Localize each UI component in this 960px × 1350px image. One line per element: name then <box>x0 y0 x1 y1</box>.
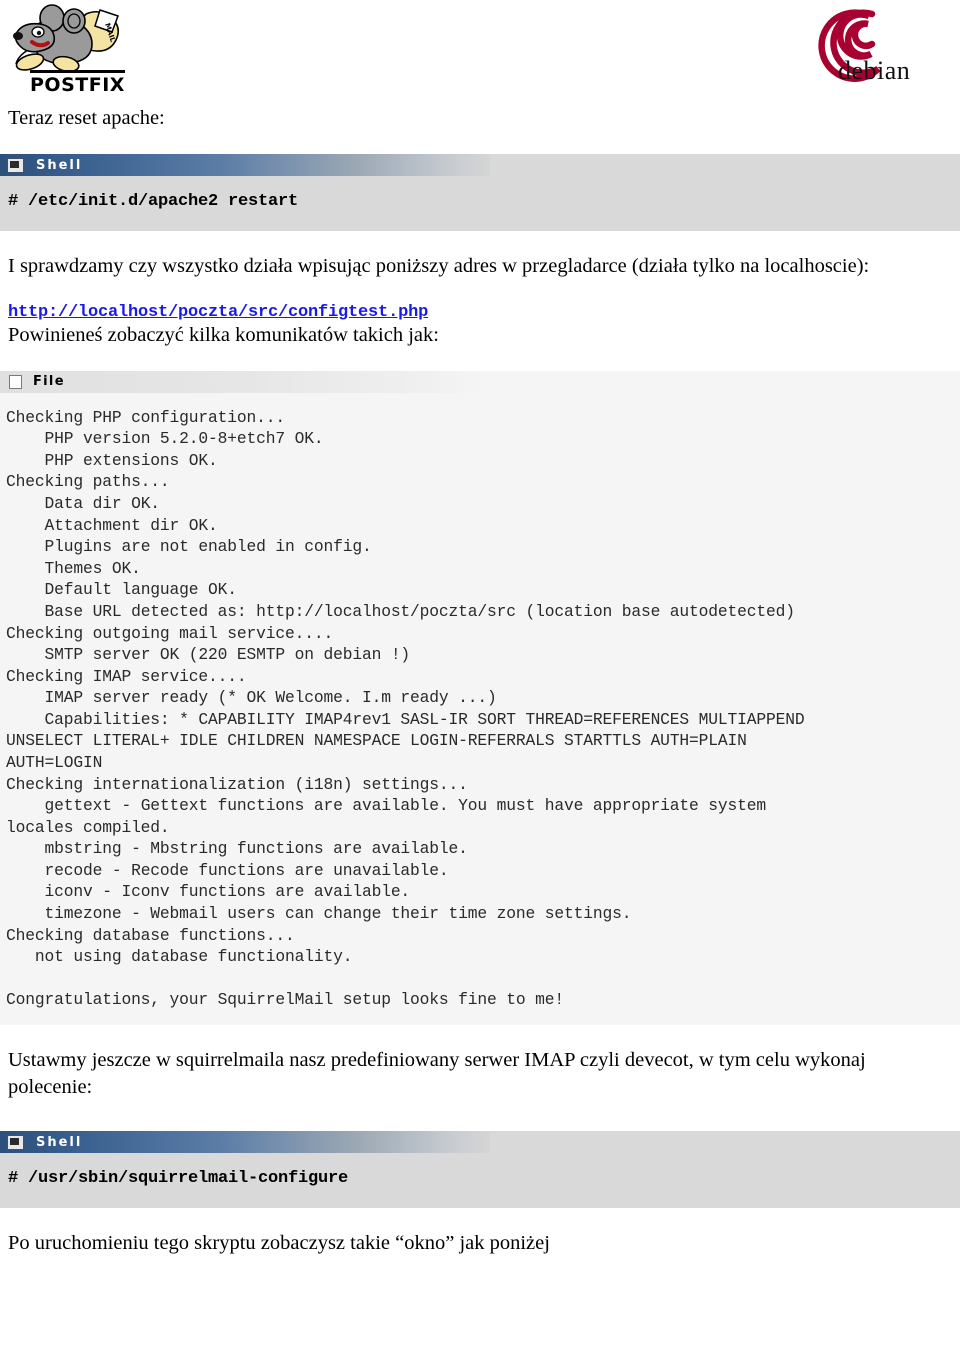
intro-paragraph: Teraz reset apache: <box>8 107 165 129</box>
shell-command-text: # /usr/sbin/squirrelmail-configure <box>8 1169 349 1189</box>
shell-block-apache-restart: Shell # /etc/init.d/apache2 restart <box>0 154 960 232</box>
file-output-text: Checking PHP configuration... PHP versio… <box>6 407 805 1010</box>
closing-paragraph: Po uruchomieniu tego skryptu zobaczysz t… <box>8 1232 550 1255</box>
postfix-wordmark: POSTFIX <box>30 70 125 96</box>
debian-wordmark: debian <box>838 56 911 85</box>
imap-setup-paragraph: Ustawmy jeszcze w squirrelmaila nasz pre… <box>8 1048 866 1099</box>
terminal-icon <box>7 157 24 173</box>
shell-titlebar: Shell <box>0 1131 490 1154</box>
shell-title-label: Shell <box>36 1134 83 1150</box>
configtest-url-link[interactable]: http://localhost/poczta/src/configtest.p… <box>0 303 960 322</box>
postfix-logo: MAIL POSTFIX <box>8 4 128 99</box>
postfix-mouse-icon: MAIL <box>13 4 120 73</box>
file-block-configtest-output: File Checking PHP configuration... PHP v… <box>0 370 960 1025</box>
document-icon <box>9 374 22 389</box>
debian-logo: debian <box>812 2 912 97</box>
terminal-icon <box>7 1134 24 1150</box>
shell-titlebar: Shell <box>0 154 490 177</box>
shell-command-text: # /etc/init.d/apache2 restart <box>8 192 299 212</box>
file-title-label: File <box>33 374 65 390</box>
shell-title-label: Shell <box>36 157 83 173</box>
page-header: MAIL POSTFIX debian <box>0 0 960 105</box>
file-titlebar: File <box>0 370 485 393</box>
expect-paragraph: Powinieneś zobaczyć kilka komunikatów ta… <box>8 323 439 346</box>
shell-block-squirrelmail-configure: Shell # /usr/sbin/squirrelmail-configure <box>0 1131 960 1209</box>
instruction-paragraph: I sprawdzamy czy wszystko działa wpisują… <box>8 255 870 278</box>
